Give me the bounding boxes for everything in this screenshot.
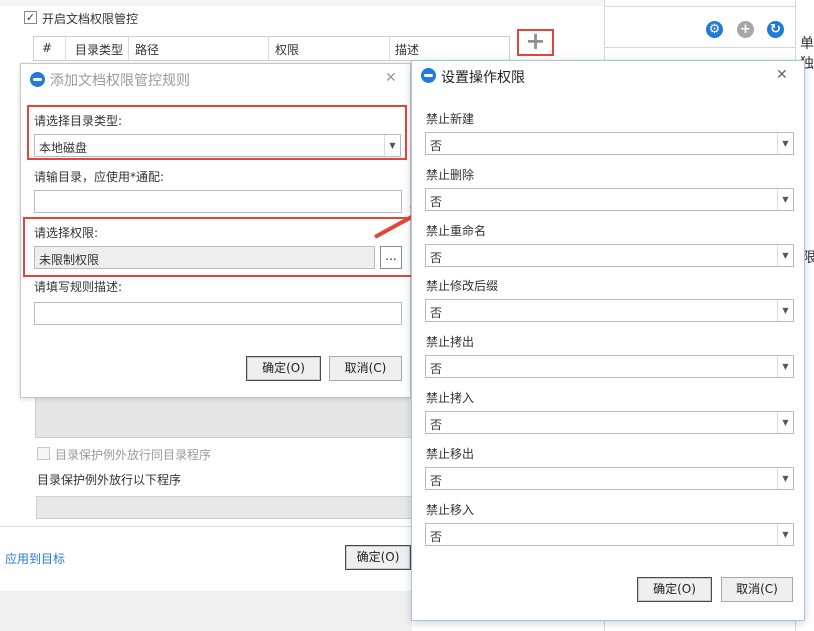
perm-row: 禁止移出 否 ▼ bbox=[425, 445, 795, 500]
perm-row: 禁止新建 否 ▼ bbox=[425, 110, 795, 165]
perm-label: 禁止修改后缀 bbox=[426, 279, 499, 293]
dialog-title: 添加文档权限管控规则 bbox=[50, 73, 190, 89]
dialog1-cancel-button[interactable]: 取消(C) bbox=[329, 356, 402, 381]
exception-programs-label: 目录保护例外放行以下程序 bbox=[37, 473, 182, 487]
perm-label: 禁止移出 bbox=[426, 447, 475, 461]
perm-select[interactable]: 否 ▼ bbox=[425, 523, 794, 546]
dialog-title: 设置操作权限 bbox=[441, 70, 525, 86]
enable-permission-label: 开启文档权限管控 bbox=[42, 12, 139, 26]
exception-same-dir-checkbox[interactable] bbox=[37, 447, 50, 460]
perm-label: 禁止删除 bbox=[426, 168, 475, 182]
rules-list-area bbox=[35, 396, 415, 438]
chevron-down-icon: ▼ bbox=[777, 300, 793, 321]
dialog2-ok-button[interactable]: 确定(O) bbox=[637, 577, 712, 602]
perm-label: 禁止重命名 bbox=[426, 224, 487, 238]
add-icon: + bbox=[525, 27, 546, 55]
chevron-down-icon: ▼ bbox=[777, 524, 793, 545]
perm-row: 禁止修改后缀 否 ▼ bbox=[425, 277, 795, 332]
col-path: 路径 bbox=[135, 43, 160, 57]
bottom-action-bar: 应用到目标 确定(O) bbox=[0, 526, 412, 591]
perm-row: 禁止重命名 否 ▼ bbox=[425, 222, 795, 277]
chevron-down-icon: ▼ bbox=[777, 412, 793, 433]
perm-select[interactable]: 否 ▼ bbox=[425, 188, 794, 211]
perm-select[interactable]: 否 ▼ bbox=[425, 355, 794, 378]
perm-value: 否 bbox=[430, 474, 443, 488]
add-rule-dialog: 添加文档权限管控规则 ✕ 请选择目录类型: 本地磁盘 ▼ 请输目录，应使用*通配… bbox=[20, 63, 413, 398]
perm-row: 禁止拷出 否 ▼ bbox=[425, 333, 795, 388]
exception-same-dir-label: 目录保护例外放行同目录程序 bbox=[55, 448, 212, 462]
enable-permission-checkbox[interactable]: ✓ bbox=[24, 11, 37, 24]
window-footer bbox=[0, 591, 412, 631]
dialog2-cancel-button[interactable]: 取消(C) bbox=[721, 577, 793, 602]
highlight-box bbox=[27, 105, 407, 160]
perm-select[interactable]: 否 ▼ bbox=[425, 299, 794, 322]
highlight-box bbox=[23, 217, 413, 277]
column-divider bbox=[65, 37, 66, 60]
col-index: # bbox=[42, 41, 53, 55]
column-divider bbox=[389, 37, 390, 60]
refresh-icon[interactable]: ↻ bbox=[767, 21, 784, 38]
col-dir-type: 目录类型 bbox=[75, 43, 124, 57]
col-permission: 权限 bbox=[275, 43, 300, 57]
chevron-down-icon: ▼ bbox=[777, 245, 793, 266]
operation-permission-dialog: 设置操作权限 ✕ 禁止新建 否 ▼ 禁止删除 否 ▼ 禁止重命名 否 ▼ 禁止修… bbox=[411, 60, 805, 621]
app-logo-icon bbox=[30, 72, 45, 87]
dialog-titlebar: 设置操作权限 ✕ bbox=[412, 61, 804, 91]
perm-select[interactable]: 否 ▼ bbox=[425, 467, 794, 490]
panel-divider bbox=[605, 6, 795, 7]
panel-divider bbox=[605, 47, 795, 48]
perm-value: 否 bbox=[430, 139, 443, 153]
dir-label: 请输目录，应使用*通配: bbox=[34, 170, 165, 184]
rules-table-header: # 目录类型 路径 权限 描述 bbox=[33, 36, 510, 61]
perm-row: 禁止拷入 否 ▼ bbox=[425, 389, 795, 444]
column-divider bbox=[128, 37, 129, 60]
chevron-down-icon: ▼ bbox=[777, 133, 793, 154]
column-divider bbox=[268, 37, 269, 60]
chevron-down-icon: ▼ bbox=[777, 356, 793, 377]
description-label: 请填写规则描述: bbox=[34, 280, 123, 294]
close-icon[interactable]: ✕ bbox=[776, 67, 788, 83]
main-ok-button[interactable]: 确定(O) bbox=[345, 545, 411, 570]
perm-select[interactable]: 否 ▼ bbox=[425, 132, 794, 155]
app-logo-icon bbox=[421, 68, 436, 83]
perm-value: 否 bbox=[430, 362, 443, 376]
perm-row: 禁止移入 否 ▼ bbox=[425, 501, 795, 556]
perm-select[interactable]: 否 ▼ bbox=[425, 244, 794, 267]
dir-input[interactable] bbox=[34, 190, 402, 213]
perm-value: 否 bbox=[430, 306, 443, 320]
perm-label: 禁止拷入 bbox=[426, 391, 475, 405]
chevron-down-icon: ▼ bbox=[777, 468, 793, 489]
dialog-titlebar: 添加文档权限管控规则 ✕ bbox=[21, 64, 410, 94]
plus-circle-icon[interactable]: + bbox=[737, 21, 754, 38]
checkmark-icon: ✓ bbox=[25, 11, 36, 24]
window-top-strip bbox=[0, 0, 604, 6]
perm-row: 禁止删除 否 ▼ bbox=[425, 166, 795, 221]
perm-label: 禁止拷出 bbox=[426, 335, 475, 349]
perm-label: 禁止移入 bbox=[426, 503, 475, 517]
perm-label: 禁止新建 bbox=[426, 112, 475, 126]
exception-programs-field[interactable] bbox=[36, 496, 414, 519]
description-input[interactable] bbox=[34, 302, 402, 325]
apply-to-target-link[interactable]: 应用到目标 bbox=[5, 550, 65, 567]
chevron-down-icon: ▼ bbox=[777, 189, 793, 210]
gear-icon[interactable]: ⚙ bbox=[706, 21, 723, 38]
perm-value: 否 bbox=[430, 251, 443, 265]
perm-select[interactable]: 否 ▼ bbox=[425, 411, 794, 434]
add-rule-button[interactable]: + bbox=[517, 29, 554, 56]
dialog1-ok-button[interactable]: 确定(O) bbox=[246, 356, 321, 381]
perm-value: 否 bbox=[430, 418, 443, 432]
perm-value: 否 bbox=[430, 530, 443, 544]
close-icon[interactable]: ✕ bbox=[385, 70, 397, 86]
perm-value: 否 bbox=[430, 195, 443, 209]
col-description: 描述 bbox=[395, 43, 420, 57]
